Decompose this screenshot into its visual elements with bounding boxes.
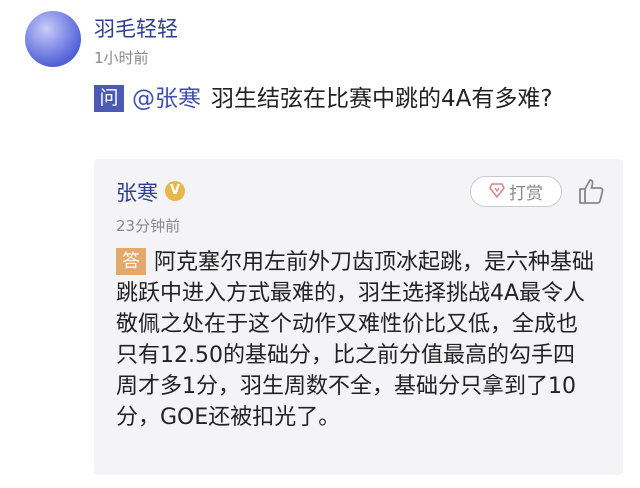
answer-text: 阿克塞尔用左前外刀齿顶冰起跳，是六种基础跳跃中进入方式最难的，羽生选择挑战4A最… bbox=[116, 250, 595, 430]
thumbs-up-icon[interactable] bbox=[576, 176, 606, 206]
answer-badge: 答 bbox=[116, 248, 146, 275]
answerer-name[interactable]: 张寒 bbox=[116, 177, 158, 207]
tip-label: 打赏 bbox=[509, 184, 543, 204]
answer-card: 张寒 V 打赏 23分钟前 答阿克塞尔用左前外刀齿顶冰起跳，是六种基础跳跃中进入… bbox=[94, 159, 623, 475]
verified-icon: V bbox=[165, 181, 185, 201]
tip-button[interactable]: 打赏 bbox=[470, 176, 562, 207]
question-badge: 问 bbox=[94, 85, 124, 112]
diamond-icon bbox=[489, 182, 505, 202]
question: 问 @张寒 羽生结弦在比赛中跳的4A有多难? bbox=[94, 84, 594, 114]
avatar[interactable] bbox=[25, 11, 81, 67]
mention-link[interactable]: @张寒 bbox=[132, 86, 201, 112]
answer-time: 23分钟前 bbox=[116, 217, 181, 235]
answer-body: 答阿克塞尔用左前外刀齿顶冰起跳，是六种基础跳跃中进入方式最难的，羽生选择挑战4A… bbox=[116, 247, 596, 433]
post-time: 1小时前 bbox=[94, 49, 149, 67]
post-username[interactable]: 羽毛轻轻 bbox=[94, 13, 178, 43]
question-text: 羽生结弦在比赛中跳的4A有多难? bbox=[211, 86, 553, 112]
